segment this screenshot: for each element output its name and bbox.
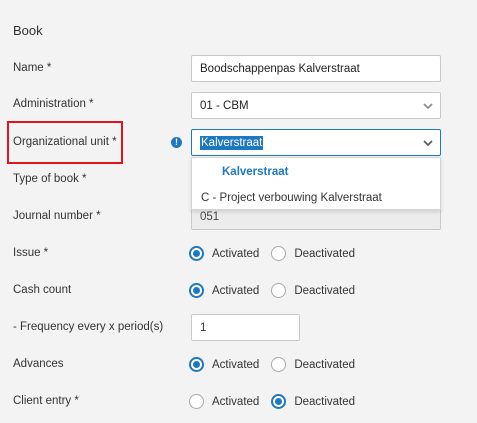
- administration-label: Administration *: [13, 98, 94, 110]
- name-input-value: Boodschappenpas Kalverstraat: [200, 62, 360, 75]
- advances-activated-label[interactable]: Activated: [212, 359, 259, 371]
- chevron-down-icon: [423, 103, 433, 110]
- cash-count-label: Cash count: [13, 284, 72, 296]
- frequency-input[interactable]: 1: [191, 314, 300, 341]
- cash-count-activated-radio[interactable]: [189, 283, 204, 298]
- cash-count-deactivated-radio[interactable]: [271, 283, 287, 298]
- client-entry-deactivated-label[interactable]: Deactivated: [294, 396, 355, 408]
- cash-count-deactivated-label[interactable]: Deactivated: [294, 285, 355, 297]
- info-icon[interactable]: !: [171, 137, 182, 148]
- dropdown-option-project[interactable]: C - Project verbouwing Kalverstraat: [201, 192, 449, 204]
- issue-deactivated-radio[interactable]: [271, 246, 287, 261]
- advances-deactivated-radio[interactable]: [271, 357, 287, 372]
- org-unit-select[interactable]: Kalverstraat: [191, 129, 441, 156]
- issue-radio-group: Activated Deactivated: [189, 246, 355, 261]
- name-input[interactable]: Boodschappenpas Kalverstraat: [191, 55, 441, 82]
- org-unit-dropdown[interactable]: Kalverstraat C - Project verbouwing Kalv…: [191, 157, 441, 210]
- issue-label: Issue *: [13, 247, 49, 259]
- name-label: Name *: [13, 62, 52, 74]
- chevron-down-icon: [423, 140, 433, 147]
- dropdown-option-kalverstraat[interactable]: Kalverstraat: [222, 166, 470, 178]
- section-title: Book: [13, 23, 43, 38]
- issue-activated-radio[interactable]: [189, 246, 204, 261]
- client-entry-activated-radio[interactable]: [189, 394, 204, 409]
- advances-deactivated-label[interactable]: Deactivated: [294, 359, 355, 371]
- frequency-label: - Frequency every x period(s): [13, 321, 164, 333]
- advances-radio-group: Activated Deactivated: [189, 357, 355, 372]
- issue-activated-label[interactable]: Activated: [212, 248, 259, 260]
- advances-activated-radio[interactable]: [189, 357, 204, 372]
- client-entry-label: Client entry *: [13, 395, 79, 407]
- type-of-book-label: Type of book *: [13, 173, 87, 185]
- client-entry-activated-label[interactable]: Activated: [212, 396, 259, 408]
- administration-select-value: 01 - CBM: [200, 99, 249, 112]
- cash-count-radio-group: Activated Deactivated: [189, 283, 355, 298]
- client-entry-deactivated-radio[interactable]: [271, 394, 287, 409]
- org-unit-label: Organizational unit *: [13, 136, 117, 148]
- administration-select[interactable]: 01 - CBM: [191, 92, 441, 119]
- advances-label: Advances: [13, 358, 64, 370]
- issue-deactivated-label[interactable]: Deactivated: [294, 248, 355, 260]
- client-entry-radio-group: Activated Deactivated: [189, 394, 355, 409]
- org-unit-select-value: Kalverstraat: [200, 135, 264, 150]
- frequency-value: 1: [200, 321, 207, 334]
- journal-number-label: Journal number *: [13, 210, 101, 222]
- journal-number-value: 051: [200, 210, 220, 223]
- cash-count-activated-label[interactable]: Activated: [212, 285, 259, 297]
